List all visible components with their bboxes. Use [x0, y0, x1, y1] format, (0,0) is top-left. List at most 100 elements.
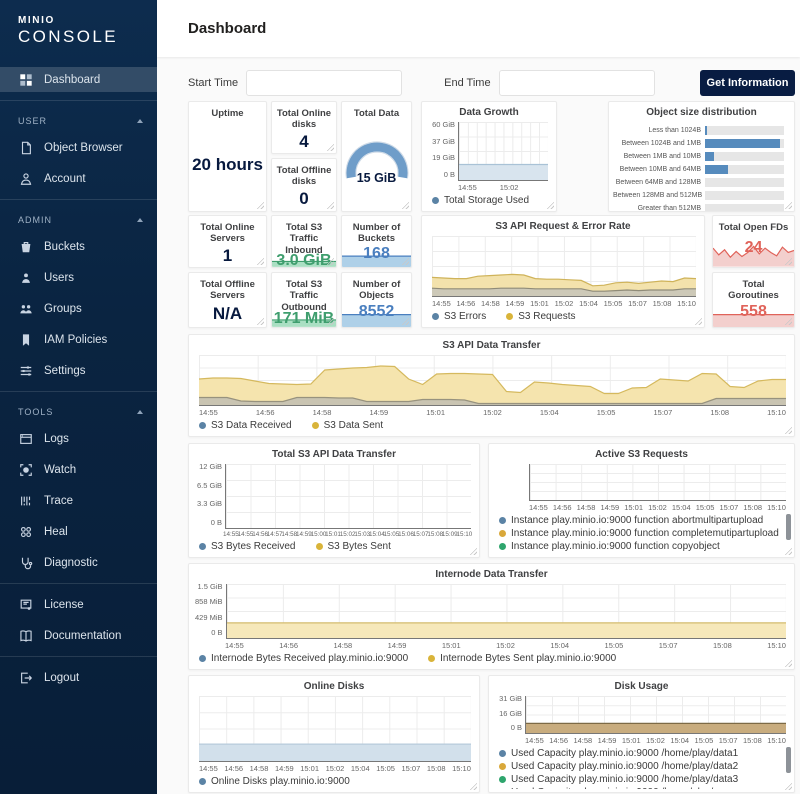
resize-grip[interactable] [469, 782, 477, 790]
sidebar-item-dashboard[interactable]: Dashboard [0, 67, 157, 92]
buckets-icon [18, 239, 33, 254]
s3-api-data-transfer-card: S3 API Data Transfer 14:5514:5614:5814:5… [188, 334, 795, 437]
legend-scroll-area[interactable]: Instance play.minio.io:9000 function abo… [489, 512, 794, 554]
end-time-label: End Time [444, 77, 490, 89]
resize-grip[interactable] [784, 257, 792, 265]
account-icon [18, 171, 33, 186]
end-time-input[interactable] [512, 71, 654, 95]
sidebar-item-logout[interactable]: Logout [0, 665, 157, 690]
total-online-servers-card: Total Online Servers 1 [188, 215, 267, 268]
bar-row: Less than 1024B [613, 126, 784, 135]
sidebar-item-label: Watch [44, 464, 76, 476]
resize-grip[interactable] [326, 143, 334, 151]
sidebar-section-admin[interactable]: ADMIN [0, 208, 157, 228]
resize-grip[interactable] [784, 782, 792, 790]
resize-grip[interactable] [401, 317, 409, 325]
data-growth-chart-card: Data Growth 60 GiB37 GiB19 GiB0 B 14:551… [421, 101, 557, 212]
sidebar-item-object-browser[interactable]: Object Browser [0, 135, 157, 160]
watch-icon [18, 462, 33, 477]
resize-grip[interactable] [784, 659, 792, 667]
iam-policies-icon [18, 332, 33, 347]
x-axis-ticks: 14:5514:5614:5814:5915:0115:0215:0415:05… [189, 762, 479, 773]
active-s3-requests-card: Active S3 Requests 14:5514:5614:5814:591… [488, 443, 795, 558]
resize-grip[interactable] [401, 201, 409, 209]
sidebar-item-diagnostic[interactable]: Diagnostic [0, 550, 157, 575]
online-disks-card: Online Disks 14:5514:5614:5814:5915:0115… [188, 675, 480, 793]
start-time-input[interactable] [259, 71, 401, 95]
s3-api-request-error-rate-card: S3 API Request & Error Rate 14:5514:5614… [421, 215, 705, 328]
s3-traffic-outbound-card: Total S3 Traffic Outbound 171 MiB [271, 272, 337, 328]
sidebar-item-iam-policies[interactable]: IAM Policies [0, 327, 157, 352]
resize-grip[interactable] [256, 317, 264, 325]
x-axis-ticks: 14:5514:5614:5814:5915:0115:0215:0415:05… [489, 501, 794, 512]
object-size-distribution-card: Object size distribution Less than 1024B… [608, 101, 795, 212]
sidebar-item-users[interactable]: Users [0, 265, 157, 290]
card-title: Total S3 Traffic Inbound [272, 216, 336, 256]
resize-grip[interactable] [401, 257, 409, 265]
main-area: Dashboard Start Time End Time Get Inform… [157, 0, 800, 794]
resize-grip[interactable] [784, 317, 792, 325]
resize-grip[interactable] [326, 201, 334, 209]
x-axis-ticks: 14:5514:5614:5814:5915:0115:0215:0415:05… [489, 734, 794, 745]
resize-grip[interactable] [784, 201, 792, 209]
resize-grip[interactable] [326, 317, 334, 325]
resize-grip[interactable] [256, 257, 264, 265]
sidebar-item-label: IAM Policies [44, 334, 107, 346]
sidebar-divider [0, 391, 157, 392]
sidebar-item-documentation[interactable]: Documentation [0, 623, 157, 648]
sidebar-divider [0, 199, 157, 200]
internode-data-transfer-card: Internode Data Transfer 1.5 GiB858 MiB42… [188, 563, 795, 670]
sidebar-item-settings[interactable]: Settings [0, 358, 157, 383]
resize-grip[interactable] [326, 257, 334, 265]
total-data-gauge: 15 GiB [342, 119, 411, 211]
get-information-button[interactable]: Get Information [700, 70, 795, 96]
console-wordmark: CONSOLE [18, 27, 157, 47]
resize-grip[interactable] [784, 547, 792, 555]
collapse-chevron-icon[interactable] [137, 119, 143, 123]
sidebar-item-watch[interactable]: Watch [0, 457, 157, 482]
sidebar-item-logs[interactable]: Logs [0, 426, 157, 451]
goroutines-value: 558 [713, 303, 794, 321]
sidebar-item-label: Settings [44, 365, 86, 377]
start-time-field[interactable] [246, 70, 402, 96]
settings-icon [18, 363, 33, 378]
sidebar-item-buckets[interactable]: Buckets [0, 234, 157, 259]
sidebar-item-trace[interactable]: Trace [0, 488, 157, 513]
sidebar-item-account[interactable]: Account [0, 166, 157, 191]
end-time-field[interactable] [499, 70, 655, 96]
chart-legend: S3 Data ReceivedS3 Data Sent [189, 417, 794, 433]
collapse-chevron-icon[interactable] [137, 410, 143, 414]
resize-grip[interactable] [694, 317, 702, 325]
request-error-rate-plot [432, 236, 696, 297]
s3-api-data-transfer-plot [199, 355, 786, 406]
bar-row: Between 1024B and 1MB [613, 139, 784, 148]
sidebar-item-label: Logout [44, 672, 79, 684]
legend-scrollbar[interactable] [786, 747, 791, 773]
sidebar-item-label: Account [44, 173, 86, 185]
resize-grip[interactable] [256, 201, 264, 209]
section-label: USER [18, 116, 47, 126]
card-title: Total Offline Servers [189, 273, 266, 302]
sidebar-item-label: Users [44, 272, 74, 284]
sidebar-section-tools[interactable]: TOOLS [0, 400, 157, 420]
legend-scrollbar[interactable] [786, 514, 791, 540]
logout-icon [18, 670, 33, 685]
sidebar-item-groups[interactable]: Groups [0, 296, 157, 321]
chart-title: S3 API Data Transfer [189, 335, 794, 353]
sidebar-item-heal[interactable]: Heal [0, 519, 157, 544]
resize-grip[interactable] [546, 201, 554, 209]
chart-title: Internode Data Transfer [189, 564, 794, 582]
card-title: Total Online disks [272, 102, 336, 131]
resize-grip[interactable] [784, 426, 792, 434]
sidebar-item-label: Logs [44, 433, 69, 445]
total-s3-api-data-transfer-card: Total S3 API Data Transfer 12 GiB6.5 GiB… [188, 443, 480, 558]
resize-grip[interactable] [469, 547, 477, 555]
sidebar-item-license[interactable]: License [0, 592, 157, 617]
open-fds-value: 24 [713, 239, 794, 257]
groups-icon [18, 301, 33, 316]
bar-row: Between 64MB and 128MB [613, 178, 784, 187]
collapse-chevron-icon[interactable] [137, 218, 143, 222]
legend-scroll-area[interactable]: Used Capacity play.minio.io:9000 /home/p… [489, 745, 794, 789]
dashboard-content: Start Time End Time Get Information Upti… [157, 57, 800, 793]
sidebar-section-user[interactable]: USER [0, 109, 157, 129]
